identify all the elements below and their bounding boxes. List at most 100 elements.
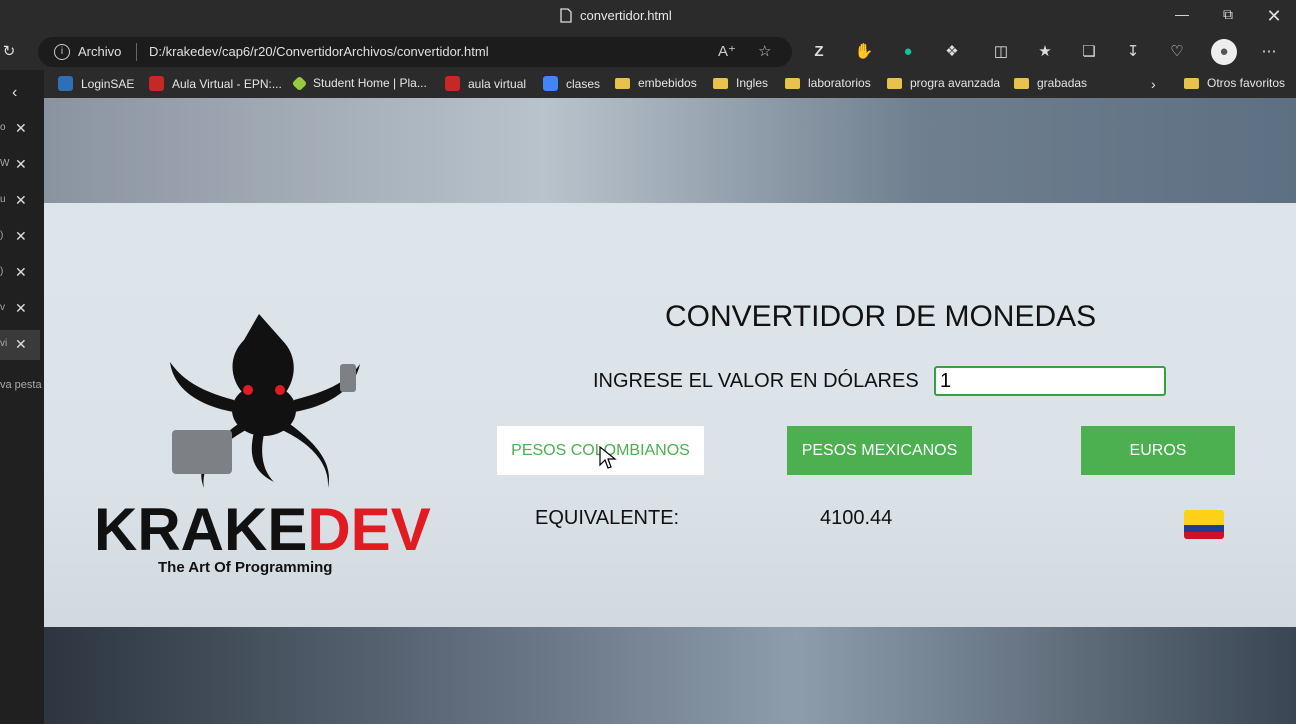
address-separator xyxy=(136,43,137,61)
split-screen-icon[interactable]: ◫ xyxy=(990,41,1012,63)
close-tab-icon[interactable]: ✕ xyxy=(15,336,27,353)
close-tab-icon[interactable]: ✕ xyxy=(15,120,27,137)
side-tab[interactable]: ) ✕ xyxy=(0,222,40,252)
bookmark-label: clases xyxy=(566,76,601,91)
logo-tagline: The Art Of Programming xyxy=(158,559,333,576)
bookmark-student-home[interactable]: Student Home | Pla... xyxy=(291,75,427,91)
aula-icon xyxy=(445,76,460,91)
side-tab-active[interactable]: vi ✕ xyxy=(0,330,40,360)
folder-icon xyxy=(887,77,902,89)
downloads-icon[interactable]: ↧ xyxy=(1122,41,1144,63)
zotero-icon[interactable]: Z xyxy=(808,41,830,63)
side-tab[interactable]: ) ✕ xyxy=(0,258,40,288)
euros-button[interactable]: EUROS xyxy=(1081,426,1235,475)
page-viewport: KRAKEDEV The Art Of Programming CONVERTI… xyxy=(44,98,1296,724)
title-bar: convertidor.html — ⧉ ✕ xyxy=(0,0,1296,34)
bookmark-label: Student Home | Pla... xyxy=(313,76,427,90)
side-tab[interactable]: o ✕ xyxy=(0,114,40,144)
background-image-top xyxy=(44,98,1296,203)
vertical-tabs-panel: ‹ o ✕ W ✕ u ✕ ) ✕ ) ✕ v ✕ vi ✕ va pesta xyxy=(0,70,44,724)
side-tab-title: ) xyxy=(0,230,4,241)
protocol-label: Archivo xyxy=(78,44,122,59)
bookmark-label: grabadas xyxy=(1037,76,1088,90)
result-value: 4100.44 xyxy=(820,507,893,529)
extensions-icon[interactable]: ❖ xyxy=(941,41,963,63)
bookmark-laboratorios[interactable]: laboratorios xyxy=(785,76,871,90)
favorite-star-icon[interactable]: ☆ xyxy=(758,42,771,60)
close-tab-icon[interactable]: ✕ xyxy=(15,156,27,173)
side-tab-title: ) xyxy=(0,266,4,277)
bookmark-aula-virtual[interactable]: aula virtual xyxy=(445,76,526,91)
more-menu-icon[interactable]: ⋯ xyxy=(1258,41,1280,63)
bookmark-label: embebidos xyxy=(638,76,697,90)
mouse-cursor-icon xyxy=(599,446,617,469)
file-icon xyxy=(560,8,572,23)
bookmark-label: Aula Virtual - EPN:... xyxy=(172,76,282,91)
bookmark-label: aula virtual xyxy=(468,76,527,91)
url-text[interactable]: D:/krakedev/cap6/r20/ConvertidorArchivos… xyxy=(149,44,489,59)
favorites-icon[interactable]: ★ xyxy=(1034,41,1056,63)
side-tab[interactable]: v ✕ xyxy=(0,294,40,324)
close-tab-icon[interactable]: ✕ xyxy=(15,228,27,245)
collections-icon[interactable]: ❏ xyxy=(1078,41,1100,63)
side-tab[interactable]: u ✕ xyxy=(0,186,40,216)
side-tab-title: u xyxy=(0,194,6,205)
bookmark-ingles[interactable]: Ingles xyxy=(713,76,768,90)
folder-icon xyxy=(1014,77,1029,89)
bookmark-otros-favoritos[interactable]: Otros favoritos xyxy=(1184,76,1285,90)
grammarly-icon[interactable]: ● xyxy=(897,41,919,63)
window-title-text: convertidor.html xyxy=(580,8,672,23)
pesos-mexicanos-button[interactable]: PESOS MEXICANOS xyxy=(787,426,972,475)
minimize-icon[interactable]: — xyxy=(1170,6,1194,28)
loginsae-icon xyxy=(58,76,73,91)
bookmark-label: Ingles xyxy=(736,76,769,90)
colombia-flag-icon xyxy=(1184,510,1224,539)
profile-avatar[interactable]: ● xyxy=(1211,39,1237,65)
side-tab-title: W xyxy=(0,158,10,169)
page-title: CONVERTIDOR DE MONEDAS xyxy=(665,300,1097,333)
navigation-bar: ↻ i Archivo D:/krakedev/cap6/r20/Convert… xyxy=(0,34,1296,70)
bookmark-aula-virtual-epn[interactable]: Aula Virtual - EPN:... xyxy=(149,76,282,91)
background-image-bottom xyxy=(44,627,1296,724)
read-aloud-icon[interactable]: A⁺ xyxy=(718,42,736,60)
restore-icon[interactable]: ⧉ xyxy=(1216,6,1240,28)
close-tab-icon[interactable]: ✕ xyxy=(15,300,27,317)
bookmark-embebidos[interactable]: embebidos xyxy=(615,76,697,90)
close-tab-icon[interactable]: ✕ xyxy=(15,192,27,209)
side-tab[interactable]: W ✕ xyxy=(0,150,40,180)
adblock-icon[interactable]: ✋ xyxy=(853,41,875,63)
logo-wordmark: KRAKEDEV xyxy=(94,496,431,563)
collapse-panel-icon[interactable]: ‹ xyxy=(12,84,17,102)
kraken-logo-icon xyxy=(170,314,360,488)
info-icon[interactable]: i xyxy=(54,44,70,60)
refresh-icon[interactable]: ↻ xyxy=(0,41,20,63)
folder-icon xyxy=(785,77,800,89)
health-icon[interactable]: ♡ xyxy=(1166,41,1188,63)
bookmark-grabadas[interactable]: grabadas xyxy=(1014,76,1087,90)
bookmark-progra-avanzada[interactable]: progra avanzada xyxy=(887,76,1000,90)
close-icon[interactable]: ✕ xyxy=(1262,6,1286,28)
bookmarks-bar: LoginSAE Aula Virtual - EPN:... Student … xyxy=(44,70,1296,98)
folder-icon xyxy=(615,77,630,89)
bookmark-label: LoginSAE xyxy=(81,76,135,91)
side-tab-title: vi xyxy=(0,338,8,349)
platzi-icon xyxy=(291,75,308,91)
bookmark-loginsae[interactable]: LoginSAE xyxy=(58,76,134,91)
bookmark-clases[interactable]: clases xyxy=(543,76,600,91)
side-tab-title: v xyxy=(0,302,5,313)
aula-icon xyxy=(149,76,164,91)
window-title: convertidor.html xyxy=(560,8,672,23)
bookmark-label: laboratorios xyxy=(808,76,871,90)
chevron-right-icon[interactable]: › xyxy=(1151,76,1156,92)
address-bar[interactable]: i Archivo D:/krakedev/cap6/r20/Convertid… xyxy=(38,37,792,67)
bookmark-label: progra avanzada xyxy=(910,76,1001,90)
folder-icon xyxy=(1184,77,1199,89)
bookmark-label: Otros favoritos xyxy=(1207,76,1286,90)
calendar-icon xyxy=(543,76,558,91)
amount-input[interactable] xyxy=(934,366,1166,396)
folder-icon xyxy=(713,77,728,89)
amount-label: INGRESE EL VALOR EN DÓLARES xyxy=(593,370,919,392)
result-label: EQUIVALENTE: xyxy=(535,507,680,529)
new-tab-button[interactable]: va pesta xyxy=(0,379,44,391)
close-tab-icon[interactable]: ✕ xyxy=(15,264,27,281)
